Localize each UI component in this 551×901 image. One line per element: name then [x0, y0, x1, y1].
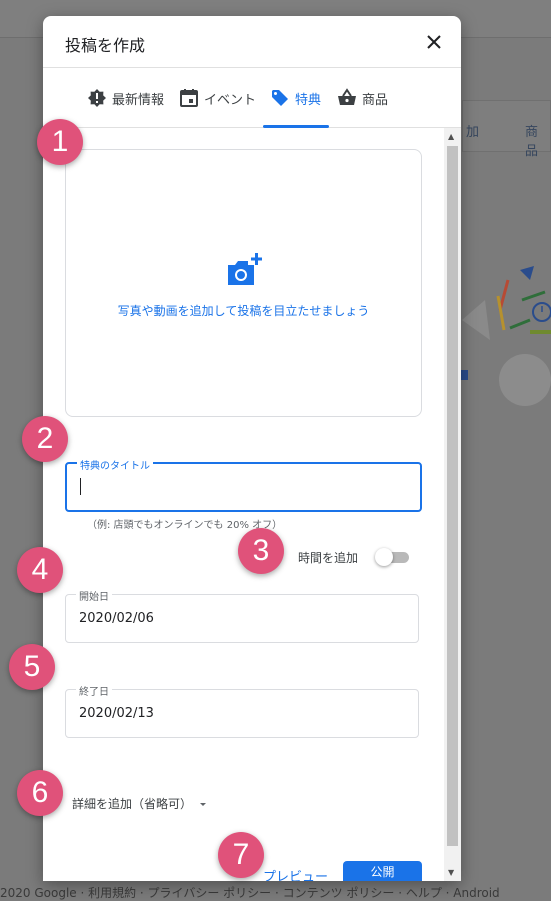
add-time-label: 時間を追加 — [298, 551, 359, 565]
annotation-badge: 6 — [17, 770, 63, 816]
preview-button[interactable]: プレビュー — [263, 866, 328, 881]
basket-icon — [338, 88, 356, 105]
tab-whats-new[interactable]: 最新情報 — [87, 68, 164, 128]
publish-button[interactable]: 公開 — [343, 861, 422, 881]
close-icon — [427, 35, 441, 49]
annotation-badge: 7 — [218, 832, 264, 878]
tab-product[interactable]: 商品 — [337, 68, 388, 128]
alert-icon — [88, 89, 106, 107]
end-date-value: 2020/02/13 — [79, 706, 154, 721]
active-tab-indicator — [263, 125, 329, 128]
add-photo-icon — [228, 253, 262, 285]
background-card-label-left: 加 — [466, 125, 480, 140]
background-footer: 2020 Google · 利用規約 · プライバシー ポリシー · コンテンツ… — [0, 886, 500, 900]
create-post-dialog: 投稿を作成 最新情報 イベント 特典 商品 写真や動画を追加して投稿を目立たせま… — [43, 16, 461, 881]
tab-event[interactable]: イベント — [179, 68, 256, 128]
text-cursor — [80, 478, 81, 495]
annotation-badge: 2 — [22, 416, 68, 462]
scroll-down-icon[interactable]: ▼ — [448, 868, 454, 877]
tab-label: 特典 — [295, 92, 322, 108]
annotation-badge: 1 — [37, 119, 83, 165]
close-button[interactable] — [421, 29, 447, 55]
add-details-dropdown[interactable]: 詳細を追加（省略可） — [72, 795, 208, 812]
chevron-down-icon — [200, 802, 207, 806]
dialog-scrollbar[interactable]: ▲ ▼ — [444, 128, 461, 881]
start-date-field[interactable]: 開始日 2020/02/06 — [65, 588, 419, 643]
dialog-title: 投稿を作成 — [65, 36, 146, 55]
annotation-badge: 5 — [9, 644, 55, 690]
add-details-label: 詳細を追加（省略可） — [72, 797, 193, 811]
offer-title-label: 特典のタイトル — [77, 457, 153, 472]
background-illustration — [460, 266, 551, 406]
tab-label: 商品 — [362, 92, 389, 108]
background-card-label-right: 商品 — [525, 125, 539, 159]
tab-offer[interactable]: 特典 — [270, 68, 321, 128]
toggle-knob — [375, 548, 393, 566]
tab-label: 最新情報 — [112, 92, 165, 108]
tab-label: イベント — [204, 92, 257, 108]
add-media-text: 写真や動画を追加して投稿を目立たせましょう — [117, 304, 370, 318]
offer-title-field[interactable]: 特典のタイトル — [65, 457, 422, 512]
end-date-field[interactable]: 終了日 2020/02/13 — [65, 683, 419, 738]
add-media-area[interactable]: 写真や動画を追加して投稿を目立たせましょう — [65, 149, 422, 417]
end-date-label: 終了日 — [76, 683, 112, 698]
calendar-icon — [180, 89, 198, 107]
tag-icon — [272, 90, 288, 106]
scroll-up-icon[interactable]: ▲ — [448, 132, 454, 141]
post-type-tabs: 最新情報 イベント 特典 商品 — [43, 68, 461, 128]
scroll-thumb[interactable] — [447, 146, 458, 846]
start-date-label: 開始日 — [76, 588, 112, 603]
start-date-value: 2020/02/06 — [79, 611, 154, 626]
annotation-badge: 4 — [17, 547, 63, 593]
annotation-badge: 3 — [238, 528, 284, 574]
add-time-toggle[interactable] — [375, 548, 409, 566]
dialog-header: 投稿を作成 — [43, 16, 461, 68]
background-tab-card: 加 商品 — [462, 100, 551, 159]
